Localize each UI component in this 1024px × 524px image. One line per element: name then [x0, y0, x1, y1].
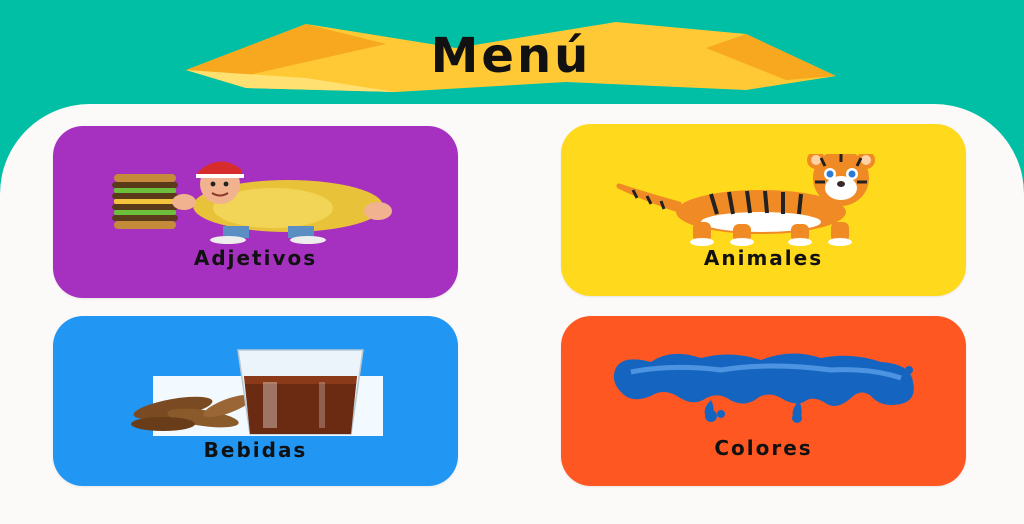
menu-card-colores[interactable]: Colores [561, 316, 966, 486]
tiger-icon [616, 154, 875, 246]
menu-card-label: Colores [714, 436, 813, 460]
menu-card-animales[interactable]: Animales [561, 124, 966, 296]
menu-card-adjetivos[interactable]: Adjetivos [53, 126, 458, 298]
menu-card-bebidas[interactable]: Bebidas [53, 316, 458, 486]
page-title: Menú [430, 28, 592, 84]
blue-paint-splash-icon [613, 353, 914, 423]
menu-card-label: Animales [703, 246, 824, 270]
menu-card-label: Bebidas [203, 438, 308, 462]
title-banner: Menú [186, 8, 836, 96]
menu-card-label: Adjetivos [193, 246, 318, 270]
chubby-chef-with-burger-icon [112, 161, 392, 244]
glass-of-drink-icon [131, 349, 383, 436]
